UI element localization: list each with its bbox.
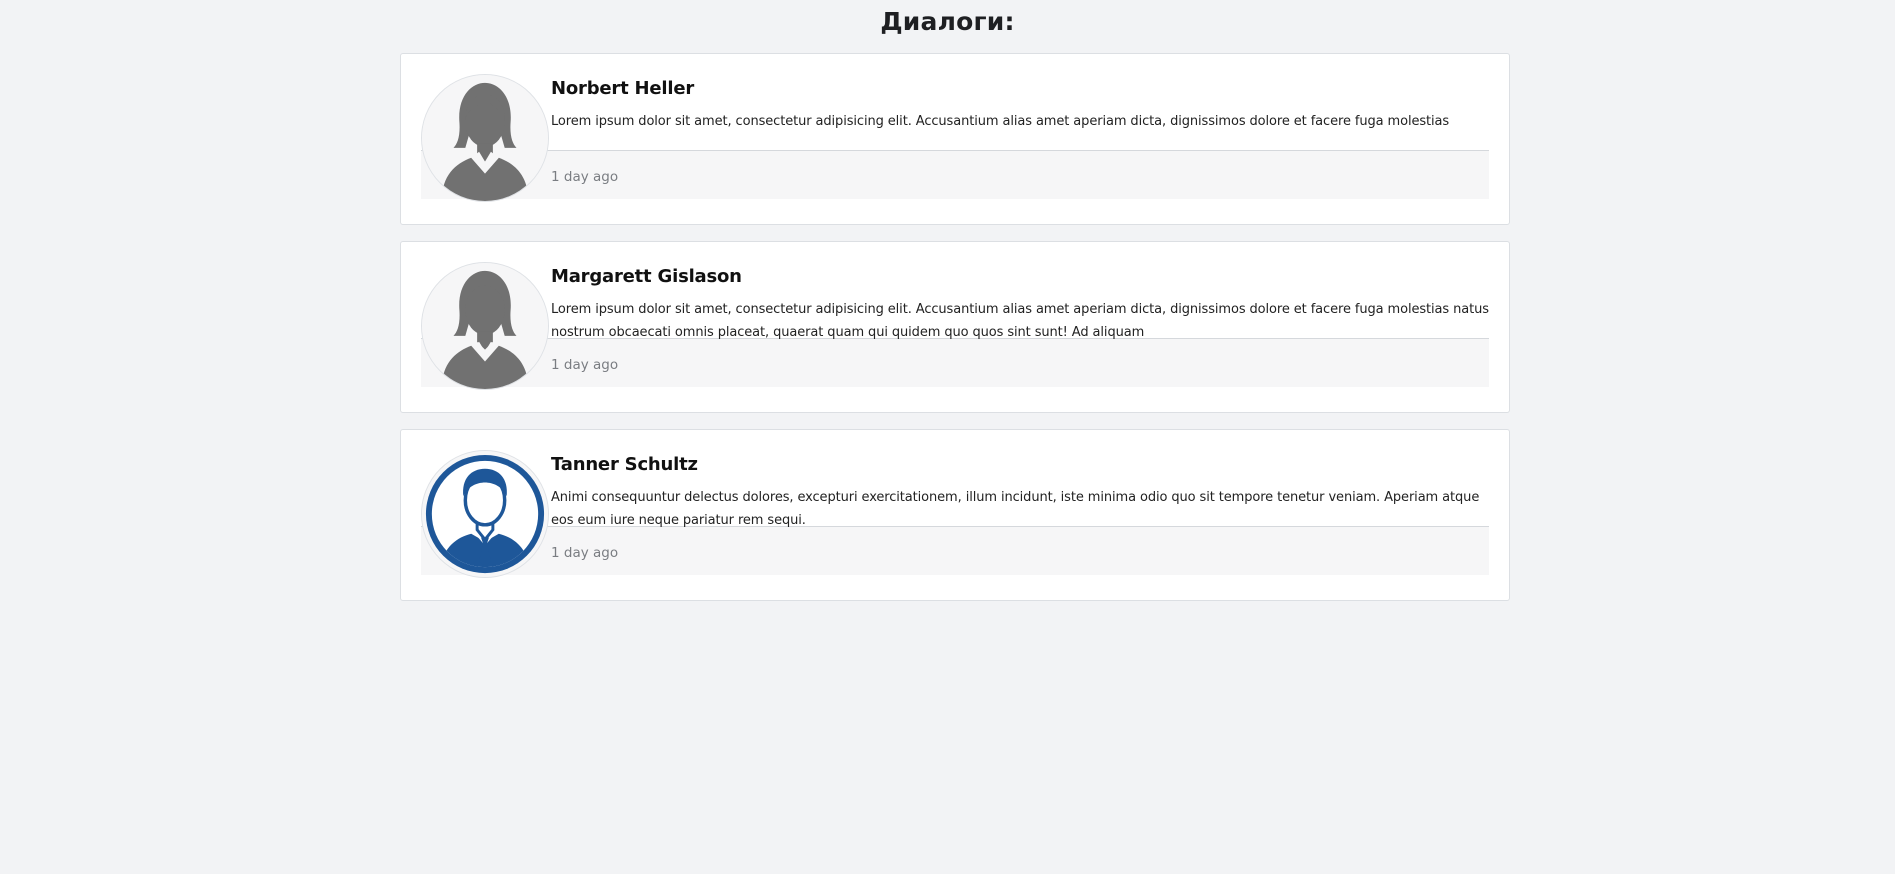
male-user-icon [422, 451, 548, 577]
female-user-icon [422, 263, 548, 389]
dialog-timestamp: 1 day ago [551, 169, 619, 185]
dialog-message-preview: Lorem ipsum dolor sit amet, consectetur … [551, 114, 1450, 129]
dialog-card[interactable]: Norbert Heller Lorem ipsum dolor sit ame… [400, 53, 1510, 225]
dialog-author-name[interactable]: Norbert Heller [551, 74, 1489, 104]
avatar[interactable] [421, 262, 549, 390]
dialog-list: Norbert Heller Lorem ipsum dolor sit ame… [400, 53, 1510, 617]
dialog-body: Tanner Schultz Animi consequuntur delect… [551, 450, 1489, 575]
dialog-inner: Norbert Heller Lorem ipsum dolor sit ame… [421, 74, 1489, 202]
page-title: Диалоги: [880, 7, 1015, 36]
dialog-body: Norbert Heller Lorem ipsum dolor sit ame… [551, 74, 1489, 199]
female-user-icon [422, 75, 548, 201]
dialog-inner: Margarett Gislason Lorem ipsum dolor sit… [421, 262, 1489, 390]
avatar[interactable] [421, 74, 549, 202]
dialog-card[interactable]: Margarett Gislason Lorem ipsum dolor sit… [400, 241, 1510, 413]
dialog-timestamp: 1 day ago [551, 357, 619, 373]
dialog-timestamp: 1 day ago [551, 545, 619, 561]
dialog-author-name[interactable]: Margarett Gislason [551, 262, 1489, 292]
dialog-card[interactable]: Tanner Schultz Animi consequuntur delect… [400, 429, 1510, 601]
dialog-message-preview: Lorem ipsum dolor sit amet, consectetur … [551, 302, 1489, 340]
dialog-author-name[interactable]: Tanner Schultz [551, 450, 1489, 480]
avatar[interactable] [421, 450, 549, 578]
dialog-inner: Tanner Schultz Animi consequuntur delect… [421, 450, 1489, 578]
dialog-body: Margarett Gislason Lorem ipsum dolor sit… [551, 262, 1489, 387]
dialog-message-preview: Animi consequuntur delectus dolores, exc… [551, 490, 1480, 528]
